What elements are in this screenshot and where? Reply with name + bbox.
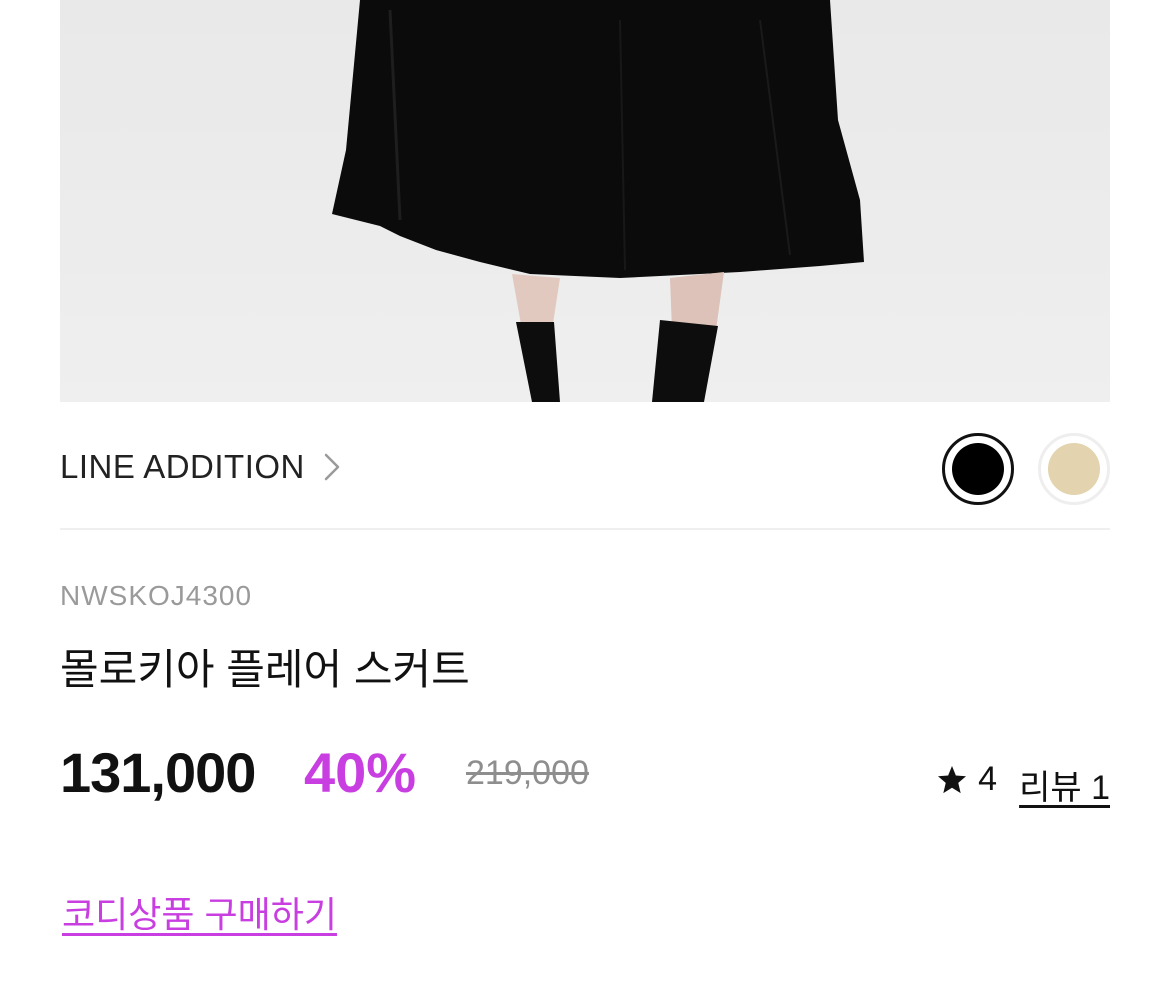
original-price: 219,000 [466, 754, 589, 792]
discount-rate: 40% [304, 741, 417, 804]
color-swatch-beige[interactable] [1038, 433, 1110, 505]
product-image[interactable] [60, 0, 1110, 402]
brand-row: LINE ADDITION [60, 402, 1110, 530]
brand-name: LINE ADDITION [60, 448, 305, 485]
brand-link[interactable]: LINE ADDITION [60, 448, 341, 486]
product-title: 몰로키아 플레어 스커트 [60, 646, 470, 693]
color-swatch-black-dot [952, 443, 1004, 495]
coordi-purchase-link[interactable]: 코디상품 구매하기 [62, 886, 337, 938]
rating: 4 [936, 760, 997, 799]
product-detail-page: LINE ADDITION NWSKOJ4300 몰로키아 플레어 스커트 13… [0, 0, 1170, 997]
product-code: NWSKOJ4300 [60, 580, 253, 611]
color-swatch-black[interactable] [942, 433, 1014, 505]
price-row: 131,000 40% 219,000 4 리뷰 1 [60, 740, 1110, 810]
sale-price: 131,000 [60, 741, 256, 804]
chevron-right-icon [324, 453, 340, 481]
product-photo [332, 0, 864, 402]
star-icon [938, 765, 967, 793]
review-link[interactable]: 리뷰 1 [1019, 760, 1110, 809]
color-swatch-beige-dot [1048, 443, 1100, 495]
rating-value: 4 [978, 760, 997, 798]
